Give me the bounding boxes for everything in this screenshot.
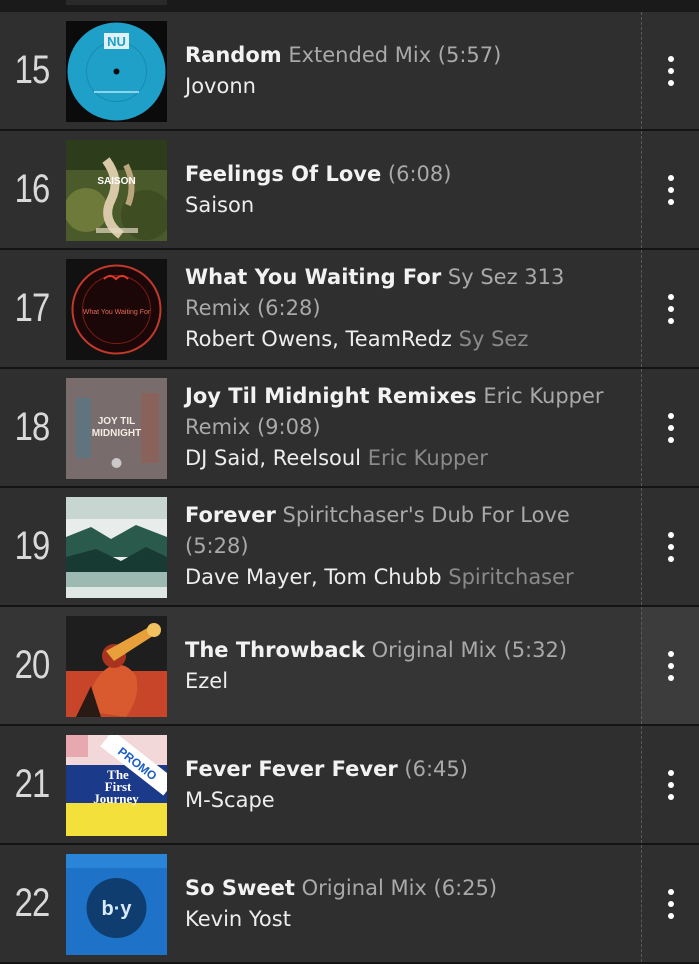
track-title[interactable]: The Throwback [185,638,365,662]
track-artists[interactable]: Dave Mayer, Tom Chubb [185,565,442,589]
track-info: Random Extended Mix (5:57) Jovonn [185,12,625,129]
more-vertical-icon [667,412,674,443]
track-remixer[interactable]: Spiritchaser [448,565,573,589]
track-mix: Original Mix (6:25) [301,875,498,900]
track-row[interactable]: 17 What You Waiting For What You Waiting… [0,250,699,369]
album-art[interactable]: The First Journey PROMO [66,735,167,836]
track-menu-button[interactable] [641,131,699,248]
track-artists[interactable]: Jovonn [185,74,256,98]
track-artists[interactable]: Saison [185,193,254,217]
track-row[interactable]: 16 SAISON Feelings Of Love (6:08) Saison [0,131,699,250]
artwork-title-line3: Journey [93,791,139,806]
track-list: 15 NU Random Extended Mix (5:57) Jovonn … [0,12,699,964]
more-vertical-icon [667,650,674,681]
track-mix: (6:08) [387,161,452,186]
track-row[interactable]: 18 JOY TIL MIDNIGHT Joy Til Midnight Rem… [0,369,699,488]
track-info: Fever Fever Fever (6:45) M-Scape [185,726,625,843]
track-title[interactable]: Feelings Of Love [185,162,381,186]
track-info: What You Waiting For Sy Sez 313 Remix (6… [185,250,625,367]
album-art[interactable]: JOY TIL MIDNIGHT [66,378,167,479]
track-row[interactable]: 19 Forever Spiritchaser's Dub For Love (… [0,488,699,607]
track-artists[interactable]: Kevin Yost [185,907,291,931]
track-title[interactable]: Forever [185,503,276,527]
track-artists[interactable]: Robert Owens, TeamRedz [185,327,452,351]
track-menu-button[interactable] [641,250,699,367]
more-vertical-icon [667,888,674,919]
track-menu-button[interactable] [641,369,699,486]
track-menu-button[interactable] [641,488,699,605]
more-vertical-icon [667,293,674,324]
more-vertical-icon [667,174,674,205]
track-title[interactable]: Joy Til Midnight Remixes [185,384,477,408]
track-info: Forever Spiritchaser's Dub For Love (5:2… [185,488,625,605]
track-row[interactable]: 20 The Throwback Original Mix (5:32) Eze… [0,607,699,726]
track-info: Feelings Of Love (6:08) Saison [185,131,625,248]
album-art[interactable]: What You Waiting For [66,259,167,360]
track-mix: Original Mix (5:32) [371,637,568,662]
track-number: 19 [14,524,51,568]
artwork-logo-text: b·y [102,898,133,920]
artwork-title-line2: MIDNIGHT [92,428,141,439]
track-row[interactable]: 22 b·y So Sweet Original Mix (6:25) Kevi… [0,845,699,964]
album-art[interactable]: NU [66,21,167,122]
album-art[interactable]: SAISON [66,140,167,241]
album-art[interactable] [66,616,167,717]
track-info: Joy Til Midnight Remixes Eric Kupper Rem… [185,369,625,486]
more-vertical-icon [667,531,674,562]
track-menu-button[interactable] [641,12,699,129]
track-menu-button[interactable] [641,845,699,962]
album-art[interactable] [66,497,167,598]
album-art[interactable]: b·y [66,854,167,955]
track-menu-button[interactable] [641,607,699,724]
track-row[interactable]: 15 NU Random Extended Mix (5:57) Jovonn [0,12,699,131]
artwork-label-text: SAISON [97,176,135,187]
track-info: The Throwback Original Mix (5:32) Ezel [185,607,625,724]
artwork-logo-text: NU [107,34,126,49]
track-remixer[interactable]: Sy Sez [459,327,529,351]
artwork-title-line1: JOY TIL [98,416,136,427]
track-number: 21 [14,762,51,806]
track-artists[interactable]: Ezel [185,669,228,693]
track-title[interactable]: Random [185,43,282,67]
track-number: 22 [14,881,51,925]
track-row[interactable]: 21 The First Journey PROMO Fever Fever F… [0,726,699,845]
track-number: 15 [14,48,51,92]
track-title[interactable]: So Sweet [185,876,295,900]
track-mix: (6:45) [404,756,468,781]
track-mix: Extended Mix (5:57) [288,42,502,67]
track-title[interactable]: What You Waiting For [185,265,441,289]
track-number: 16 [14,167,51,211]
track-number: 18 [14,405,51,449]
track-remixer[interactable]: Eric Kupper [368,446,488,470]
track-title[interactable]: Fever Fever Fever [185,757,398,781]
track-info: So Sweet Original Mix (6:25) Kevin Yost [185,845,625,962]
track-artists[interactable]: M-Scape [185,788,275,812]
more-vertical-icon [667,55,674,86]
artwork-title-text: What You Waiting For [83,309,151,316]
track-menu-button[interactable] [641,726,699,843]
track-artists[interactable]: DJ Said, Reelsoul [185,446,361,470]
track-number: 20 [14,643,51,687]
more-vertical-icon [667,769,674,800]
track-number: 17 [14,286,51,330]
